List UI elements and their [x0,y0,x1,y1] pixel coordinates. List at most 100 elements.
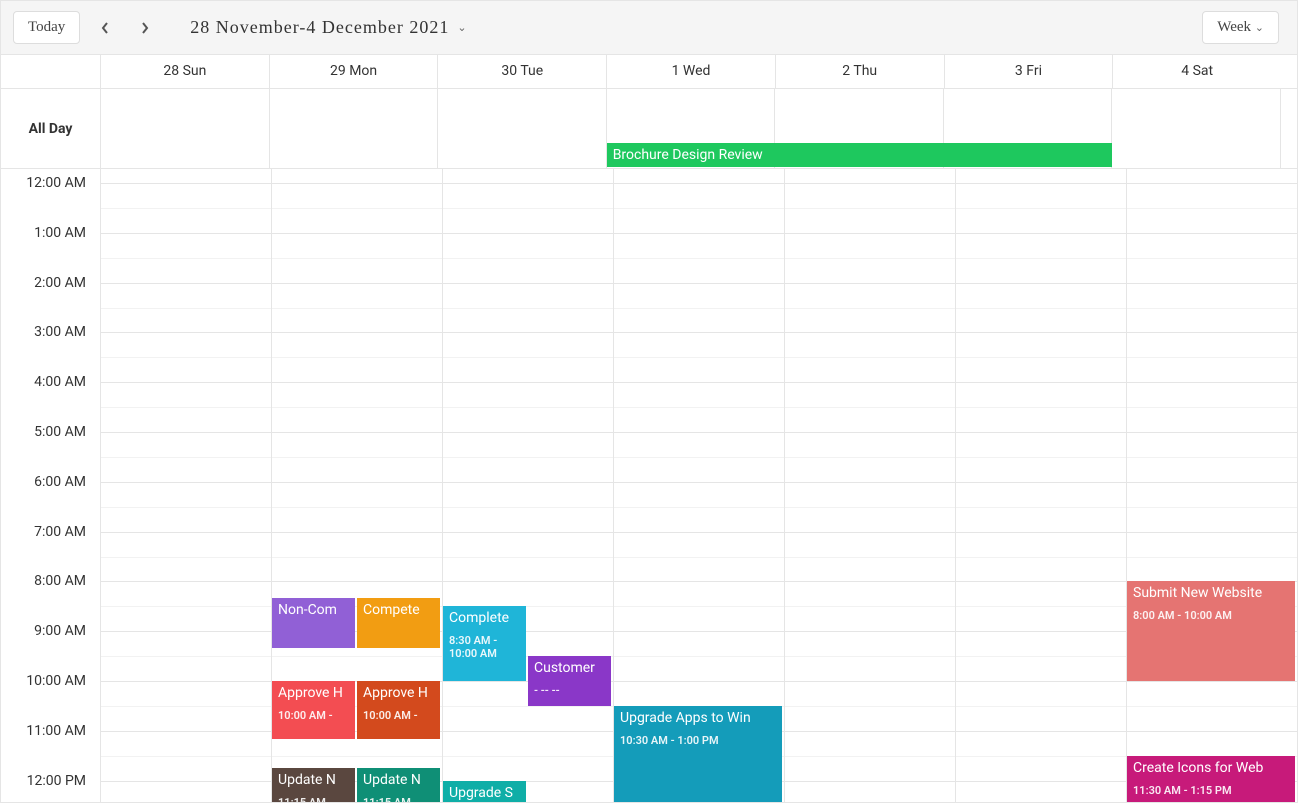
half-hour-line [956,656,1126,657]
all-day-label: All Day [1,89,101,168]
next-button[interactable] [130,13,160,43]
half-hour-line [614,258,784,259]
hour-line [101,432,271,433]
day-header[interactable]: 1 Wed [607,55,776,88]
half-hour-line [101,557,271,558]
half-hour-line [956,258,1126,259]
day-header[interactable]: 3 Fri [945,55,1114,88]
half-hour-line [443,407,613,408]
half-hour-line [101,407,271,408]
calendar-event[interactable]: Customer- -- -- [528,656,611,706]
time-label: 4:00 AM [34,374,86,390]
half-hour-line [1127,208,1297,209]
hour-line [101,781,271,782]
half-hour-line [956,557,1126,558]
hour-line [1127,283,1297,284]
day-header[interactable]: 4 Sat [1113,55,1281,88]
calendar-event[interactable]: Update N11:15 AM [272,768,355,802]
time-label: 10:00 AM [26,673,86,689]
calendar-event[interactable]: Approve H10:00 AM - [272,681,355,739]
hour-line [614,283,784,284]
today-button[interactable]: Today [13,11,80,44]
half-hour-line [1127,507,1297,508]
hour-line [443,731,613,732]
all-day-cell[interactable] [438,89,607,168]
half-hour-line [101,357,271,358]
calendar-event[interactable]: Submit New Website8:00 AM - 10:00 AM [1127,581,1295,681]
day-header[interactable]: 29 Mon [270,55,439,88]
half-hour-line [272,507,442,508]
prev-button[interactable] [90,13,120,43]
half-hour-line [785,308,955,309]
day-column[interactable] [785,169,956,802]
calendar-event[interactable]: Approve H10:00 AM - [357,681,440,739]
calendar-event[interactable]: Update N11:15 AM [357,768,440,802]
all-day-cell[interactable] [270,89,439,168]
hour-line [443,233,613,234]
half-hour-line [1127,308,1297,309]
day-column[interactable]: Non-ComCompeteApprove H10:00 AM -Approve… [272,169,443,802]
view-button[interactable]: Week ⌄ [1202,11,1279,44]
day-column[interactable] [956,169,1127,802]
half-hour-line [785,606,955,607]
hour-line [614,581,784,582]
hour-line [785,482,955,483]
chevron-down-icon: ⌄ [457,21,467,34]
all-day-cell[interactable] [1112,89,1281,168]
event-time: 11:15 AM [278,796,349,802]
day-column[interactable]: Upgrade Apps to Win10:30 AM - 1:00 PM [614,169,785,802]
half-hour-line [1127,357,1297,358]
half-hour-line [101,208,271,209]
day-header[interactable]: 28 Sun [101,55,270,88]
hour-line [956,233,1126,234]
hour-line [101,233,271,234]
half-hour-line [956,606,1126,607]
day-column[interactable] [101,169,272,802]
event-title: Approve H [278,685,349,701]
hour-line [1127,233,1297,234]
all-day-event[interactable]: Brochure Design Review [607,143,1113,167]
calendar-event[interactable]: Upgrade Apps to Win10:30 AM - 1:00 PM [614,706,782,802]
half-hour-line [272,357,442,358]
half-hour-line [956,407,1126,408]
all-day-cell[interactable] [101,89,270,168]
half-hour-line [272,308,442,309]
half-hour-line [272,407,442,408]
time-col-header [1,55,101,88]
half-hour-line [956,706,1126,707]
hour-line [956,183,1126,184]
half-hour-line [101,756,271,757]
half-hour-line [785,706,955,707]
half-hour-line [272,557,442,558]
scrollbar-spacer [1281,55,1297,88]
time-label: 11:00 AM [26,723,86,739]
date-range-picker[interactable]: 28 November-4 December 2021 ⌄ [190,17,467,38]
day-columns[interactable]: Non-ComCompeteApprove H10:00 AM -Approve… [101,169,1297,802]
hour-line [101,581,271,582]
calendar-event[interactable]: Non-Com [272,598,355,648]
day-column[interactable]: Complete8:30 AM - 10:00 AMCustomer- -- -… [443,169,614,802]
body-scroll[interactable]: 12:00 AM1:00 AM2:00 AM3:00 AM4:00 AM5:00… [1,169,1297,802]
event-title: Create Icons for Web [1133,760,1289,776]
calendar-event[interactable]: Complete8:30 AM - 10:00 AM [443,606,526,681]
day-header[interactable]: 2 Thu [776,55,945,88]
half-hour-line [956,457,1126,458]
hour-line [1127,332,1297,333]
half-hour-line [614,606,784,607]
view-switcher[interactable]: Week ⌄ [1202,11,1279,44]
hour-line [614,681,784,682]
hour-line [272,183,442,184]
calendar-event[interactable]: Compete [357,598,440,648]
event-title: Non-Com [278,602,349,618]
half-hour-line [785,357,955,358]
event-time: 10:30 AM - 1:00 PM [620,734,776,747]
hour-line [785,681,955,682]
calendar-event[interactable]: Create Icons for Web 11:30 AM - 1:15 PM [1127,756,1295,802]
day-column[interactable]: Submit New Website8:00 AM - 10:00 AM Crea… [1127,169,1297,802]
all-day-cells[interactable]: Brochure Design Review [101,89,1281,168]
calendar-event[interactable]: Upgrade S [443,781,526,802]
day-headers: 28 Sun29 Mon30 Tue1 Wed2 Thu3 Fri4 Sat [101,55,1281,88]
day-header[interactable]: 30 Tue [438,55,607,88]
event-time: 11:30 AM - 1:15 PM [1133,784,1289,797]
hour-line [443,283,613,284]
